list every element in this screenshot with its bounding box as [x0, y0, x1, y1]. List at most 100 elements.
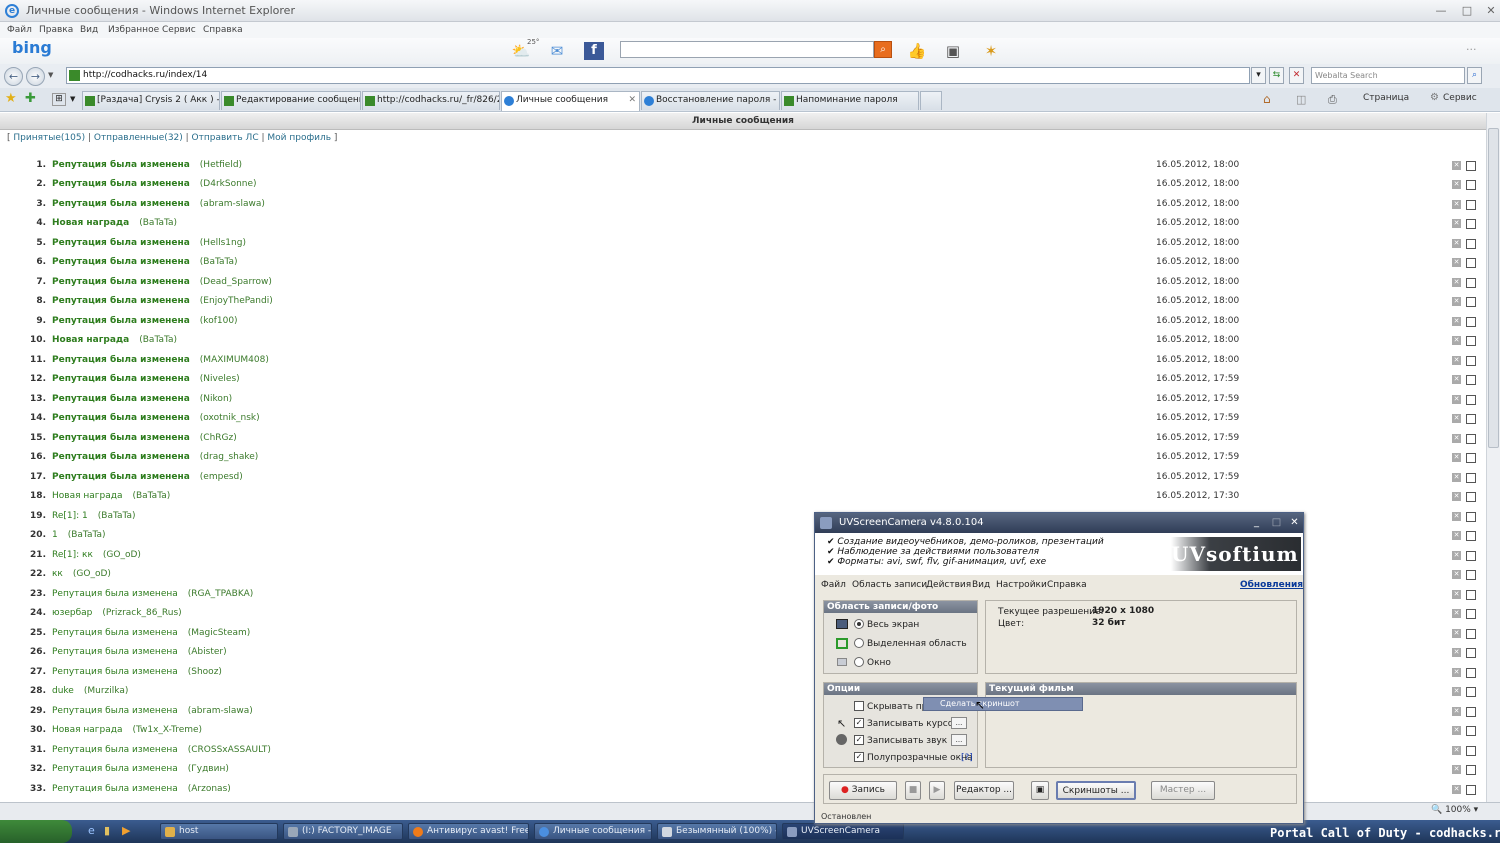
- message-checkbox[interactable]: [1466, 550, 1476, 561]
- message-checkbox[interactable]: [1466, 784, 1476, 795]
- message-author[interactable]: (Prizrack_86_Rus): [102, 608, 181, 618]
- play-icon[interactable]: ▶: [929, 781, 945, 800]
- message-checkbox[interactable]: [1466, 628, 1476, 639]
- send-pm-link[interactable]: Отправить ЛС: [192, 133, 259, 143]
- delete-icon[interactable]: ✕: [1452, 336, 1461, 345]
- scrollbar-thumb[interactable]: [1488, 128, 1499, 448]
- cursor-checkbox[interactable]: ✓: [854, 718, 864, 728]
- delete-icon[interactable]: ✕: [1452, 784, 1461, 794]
- uv-menu-help[interactable]: Справка: [1047, 580, 1087, 590]
- new-tab-button[interactable]: [920, 91, 942, 110]
- start-button[interactable]: [0, 820, 72, 843]
- message-checkbox[interactable]: [1466, 433, 1476, 444]
- fullscreen-radio[interactable]: [854, 619, 864, 629]
- message-author[interactable]: (Hetfield): [200, 160, 242, 170]
- message-author[interactable]: (drag_shake): [200, 452, 259, 462]
- sound-checkbox[interactable]: ✓: [854, 735, 864, 745]
- sparkle-icon[interactable]: ✶: [980, 41, 1002, 61]
- window-radio[interactable]: [854, 657, 864, 667]
- message-subject-link[interactable]: Репутация была изменена (Abister): [52, 647, 227, 657]
- message-subject-link[interactable]: Re[1]: кк (GO_oD): [52, 550, 141, 560]
- delete-icon[interactable]: ✕: [1452, 394, 1461, 404]
- message-author[interactable]: (Abister): [188, 647, 227, 657]
- delete-icon[interactable]: ✕: [1452, 180, 1461, 189]
- taskbar-item-factory-image[interactable]: (I:) FACTORY_IMAGE: [283, 823, 403, 840]
- message-checkbox[interactable]: [1466, 726, 1476, 736]
- uv-menu-view[interactable]: Вид: [972, 580, 990, 590]
- wizard-button[interactable]: Мастер ...: [1151, 781, 1215, 800]
- message-subject-link[interactable]: Репутация была изменена (drag_shake): [52, 452, 258, 462]
- delete-icon[interactable]: ✕: [1452, 667, 1461, 677]
- message-author[interactable]: (empesd): [200, 472, 243, 482]
- delete-icon[interactable]: ✕: [1452, 297, 1461, 306]
- message-subject-link[interactable]: Новая награда (BaTaTa): [52, 491, 170, 501]
- delete-icon[interactable]: ✕: [1452, 199, 1461, 209]
- video-icon[interactable]: ▣: [942, 41, 964, 61]
- forward-icon[interactable]: →: [26, 67, 45, 86]
- sent-link[interactable]: Отправленные(32): [94, 133, 183, 143]
- delete-icon[interactable]: ✕: [1452, 277, 1461, 287]
- message-checkbox[interactable]: [1466, 472, 1476, 483]
- message-author[interactable]: (MAXIMUM408): [200, 355, 269, 365]
- home-icon[interactable]: ⌂: [1263, 92, 1271, 106]
- tab-password-reminder[interactable]: Напоминание пароля: [781, 91, 919, 110]
- feeds-icon[interactable]: ◫: [1296, 93, 1306, 106]
- message-subject-link[interactable]: Репутация была изменена (Гудвин): [52, 764, 229, 774]
- message-subject-link[interactable]: Новая награда (Tw1x_X-Treme): [52, 725, 202, 735]
- message-checkbox[interactable]: [1466, 492, 1476, 502]
- hide-checkbox[interactable]: [854, 701, 864, 711]
- message-subject-link[interactable]: 1 (BaTaTa): [52, 530, 106, 540]
- taskbar-item-avast[interactable]: Антивирус avast! Free: [408, 823, 529, 840]
- message-subject-link[interactable]: Репутация была изменена (MagicSteam): [52, 628, 250, 638]
- maximize-icon[interactable]: □: [1458, 3, 1476, 18]
- menu-edit[interactable]: Правка: [39, 25, 73, 35]
- translucent-help-link[interactable]: [?]: [961, 753, 973, 763]
- message-checkbox[interactable]: [1466, 511, 1476, 522]
- stop-icon[interactable]: ✕: [1289, 67, 1304, 84]
- bing-search-button[interactable]: ⌕: [874, 41, 892, 58]
- message-subject-link[interactable]: кк (GO_oD): [52, 569, 111, 579]
- message-subject-link[interactable]: Репутация была изменена (kof100): [52, 316, 238, 326]
- delete-icon[interactable]: ✕: [1452, 745, 1461, 755]
- message-subject-link[interactable]: Новая награда (BaTaTa): [52, 335, 177, 345]
- message-subject-link[interactable]: юзербар (Prizrack_86_Rus): [52, 608, 182, 618]
- menu-view[interactable]: Вид: [80, 25, 98, 35]
- screenshots-button[interactable]: Скриншоты ...: [1056, 781, 1136, 800]
- message-checkbox[interactable]: [1466, 589, 1476, 600]
- message-author[interactable]: (Niveles): [200, 374, 240, 384]
- message-checkbox[interactable]: [1466, 199, 1476, 210]
- refresh-icon[interactable]: ⇆: [1269, 67, 1284, 84]
- add-favorites-icon[interactable]: ✚: [25, 91, 36, 106]
- favorites-star-icon[interactable]: ★: [5, 91, 17, 106]
- delete-icon[interactable]: ✕: [1452, 453, 1461, 462]
- message-author[interactable]: (Shooz): [188, 667, 222, 677]
- message-author[interactable]: (Murzilka): [84, 686, 129, 696]
- message-checkbox[interactable]: [1466, 355, 1476, 366]
- delete-icon[interactable]: ✕: [1452, 765, 1461, 774]
- message-subject-link[interactable]: Репутация была изменена (oxotnik_nsk): [52, 413, 260, 423]
- message-author[interactable]: (CROSSxASSAULT): [188, 745, 271, 755]
- message-author[interactable]: (BaTaTa): [139, 218, 177, 228]
- message-subject-link[interactable]: duke (Murzilka): [52, 686, 128, 696]
- message-checkbox[interactable]: [1466, 160, 1476, 171]
- delete-icon[interactable]: ✕: [1452, 414, 1461, 423]
- page-scrollbar[interactable]: [1486, 113, 1500, 802]
- delete-icon[interactable]: ✕: [1452, 492, 1461, 501]
- tab-codhacks-fr[interactable]: http://codhacks.ru/_fr/826/2...: [362, 91, 500, 110]
- message-author[interactable]: (Arzonas): [188, 784, 231, 794]
- message-checkbox[interactable]: [1466, 277, 1476, 288]
- uv-minimize-icon[interactable]: _: [1249, 516, 1264, 530]
- delete-icon[interactable]: ✕: [1452, 648, 1461, 657]
- message-checkbox[interactable]: [1466, 238, 1476, 249]
- bing-logo[interactable]: bing: [12, 38, 52, 57]
- sound-settings-button[interactable]: ...: [951, 734, 967, 746]
- message-checkbox[interactable]: [1466, 765, 1476, 775]
- message-checkbox[interactable]: [1466, 687, 1476, 697]
- back-icon[interactable]: ←: [4, 67, 23, 86]
- message-author[interactable]: (GO_oD): [103, 550, 141, 560]
- message-author[interactable]: (Dead_Sparrow): [200, 277, 272, 287]
- message-subject-link[interactable]: Репутация была изменена (RGA_TPABKA): [52, 589, 253, 599]
- taskbar-item-host[interactable]: host: [160, 823, 278, 840]
- search-icon[interactable]: ⌕: [1467, 67, 1482, 84]
- bing-search-input[interactable]: [620, 41, 874, 58]
